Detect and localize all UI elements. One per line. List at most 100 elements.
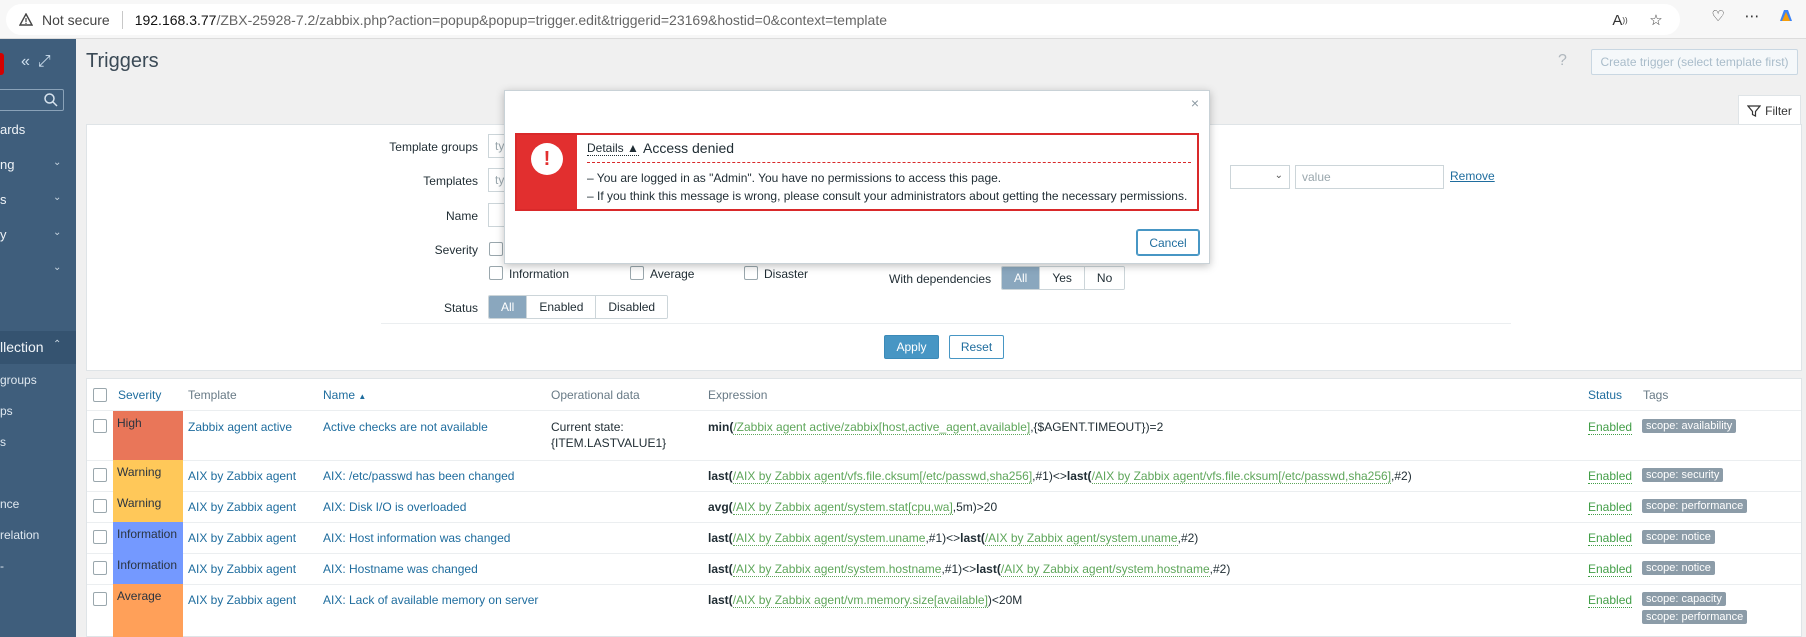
trigger-expression: last(/AIX by Zabbix agent/vm.memory.size…: [708, 593, 1023, 608]
sidebar-subitem-discovery[interactable]: -: [0, 559, 4, 573]
apply-button[interactable]: Apply: [884, 335, 939, 359]
tag-badge[interactable]: scope: notice: [1642, 561, 1715, 575]
severity-checkbox-average[interactable]: [630, 266, 644, 280]
remove-tag-link[interactable]: Remove: [1450, 169, 1495, 183]
sidebar-item-reports[interactable]: ⌄: [0, 262, 76, 282]
sidebar-subitem-host-groups[interactable]: ps: [0, 404, 13, 418]
trigger-name-link[interactable]: AIX: Lack of available memory on server: [323, 593, 538, 607]
column-header-severity[interactable]: Severity: [118, 388, 161, 402]
expression-function: last(: [708, 469, 733, 483]
status-disabled-option[interactable]: Disabled: [596, 296, 668, 318]
expression-item-key[interactable]: /AIX by Zabbix agent/vm.memory.size[avai…: [732, 593, 988, 608]
address-bar[interactable]: Not secure 192.168.3.77/ZBX-25928-7.2/za…: [6, 4, 1680, 35]
close-icon[interactable]: ×: [1187, 95, 1203, 111]
more-menu-icon[interactable]: ⋯: [1742, 6, 1762, 26]
row-checkbox[interactable]: [93, 499, 107, 513]
expression-item-key[interactable]: /AIX by Zabbix agent/system.hostname: [732, 562, 942, 577]
sidebar-subitem-maintenance[interactable]: nce: [0, 497, 19, 511]
expression-item-key[interactable]: /AIX by Zabbix agent/vfs.file.cksum[/etc…: [732, 469, 1033, 484]
tag-badge[interactable]: scope: availability: [1642, 419, 1737, 433]
expression-function: avg(: [708, 500, 733, 514]
expression-item-key[interactable]: /AIX by Zabbix agent/system.hostname: [1000, 562, 1210, 577]
trigger-name-link[interactable]: AIX: Disk I/O is overloaded: [323, 500, 466, 514]
tag-operator-select[interactable]: ⌄: [1230, 165, 1290, 189]
reset-button[interactable]: Reset: [949, 335, 1004, 359]
sidebar-subitem-template-groups[interactable]: groups: [0, 373, 37, 387]
url-host: 192.168.3.77: [134, 11, 217, 28]
sidebar-search-input[interactable]: [0, 89, 64, 111]
extension-icon[interactable]: ♡: [1708, 6, 1728, 26]
row-checkbox[interactable]: [93, 561, 107, 575]
filter-tab[interactable]: Filter: [1738, 95, 1801, 125]
tag-badge[interactable]: scope: capacity: [1642, 592, 1726, 606]
row-checkbox[interactable]: [93, 530, 107, 544]
search-icon[interactable]: [43, 92, 59, 108]
sidebar-item-dashboards[interactable]: ards: [0, 122, 76, 142]
severity-checkbox-not-classified[interactable]: [489, 242, 503, 256]
copilot-icon[interactable]: [1776, 6, 1796, 26]
status-toggle[interactable]: Enabled: [1588, 500, 1633, 515]
template-link[interactable]: AIX by Zabbix agent: [188, 593, 296, 607]
trigger-name-link[interactable]: AIX: Host information was changed: [323, 531, 510, 545]
zabbix-logo[interactable]: [0, 53, 4, 75]
severity-disaster-label: Disaster: [764, 267, 809, 281]
sidebar-subitem-event-correlation[interactable]: relation: [0, 528, 39, 542]
row-checkbox[interactable]: [93, 592, 107, 606]
sidebar-subitem-templates[interactable]: s: [0, 435, 6, 449]
tag-value-input[interactable]: value: [1295, 165, 1444, 189]
status-toggle[interactable]: Enabled: [1588, 469, 1633, 484]
row-checkbox[interactable]: [93, 419, 107, 433]
kiosk-mode-icon[interactable]: ⤢: [38, 53, 51, 71]
dependencies-no-option[interactable]: No: [1084, 267, 1125, 289]
warning-icon: [18, 12, 34, 28]
not-secure-label[interactable]: Not secure: [42, 12, 110, 28]
status-toggle[interactable]: Enabled: [1588, 420, 1633, 435]
column-header-status[interactable]: Status: [1588, 388, 1622, 402]
expression-item-key[interactable]: /AIX by Zabbix agent/system.uname: [984, 531, 1178, 546]
browser-toolbar: Not secure 192.168.3.77/ZBX-25928-7.2/za…: [0, 0, 1806, 39]
read-aloud-icon[interactable]: A)): [1610, 10, 1630, 30]
expression-operator: ,#2): [1391, 469, 1412, 483]
tag-badge[interactable]: scope: performance: [1642, 610, 1748, 624]
sidebar-item-inventory[interactable]: y ⌄: [0, 227, 76, 247]
template-link[interactable]: AIX by Zabbix agent: [188, 562, 296, 576]
trigger-name-link[interactable]: AIX: Hostname was changed: [323, 562, 478, 576]
select-all-checkbox[interactable]: [93, 388, 107, 402]
status-enabled-option[interactable]: Enabled: [527, 296, 597, 318]
column-header-name[interactable]: Name ▲: [323, 388, 366, 402]
create-trigger-button[interactable]: Create trigger (select template first): [1591, 49, 1798, 75]
expression-operator: )<20M: [987, 593, 1023, 607]
dependencies-yes-option[interactable]: Yes: [1040, 267, 1085, 289]
sidebar-item-monitoring[interactable]: ng ⌄: [0, 157, 76, 177]
favorite-star-icon[interactable]: ☆: [1646, 10, 1666, 30]
severity-checkbox-information[interactable]: [489, 266, 503, 280]
details-toggle[interactable]: Details ▲: [587, 141, 639, 156]
severity-checkbox-disaster[interactable]: [744, 266, 758, 280]
template-link[interactable]: AIX by Zabbix agent: [188, 469, 296, 483]
sidebar-item-services[interactable]: s ⌄: [0, 192, 76, 212]
collapse-sidebar-icon[interactable]: «: [21, 53, 30, 71]
severity-cell: High: [113, 411, 183, 460]
trigger-name-link[interactable]: AIX: /etc/passwd has been changed: [323, 469, 514, 483]
tag-badge[interactable]: scope: performance: [1642, 499, 1748, 513]
trigger-name-link[interactable]: Active checks are not available: [323, 420, 488, 434]
dependencies-all-option[interactable]: All: [1002, 267, 1041, 289]
status-all-option[interactable]: All: [489, 296, 528, 318]
expression-item-key[interactable]: /AIX by Zabbix agent/system.uname: [732, 531, 926, 546]
status-toggle[interactable]: Enabled: [1588, 562, 1633, 577]
tag-badge[interactable]: scope: security: [1642, 468, 1724, 482]
help-icon[interactable]: ?: [1558, 52, 1567, 70]
operational-data-line: Current state:: [551, 420, 624, 434]
expression-item-key[interactable]: /Zabbix agent active/zabbix[host,active_…: [733, 420, 1031, 435]
status-toggle[interactable]: Enabled: [1588, 593, 1633, 608]
cancel-button[interactable]: Cancel: [1136, 229, 1200, 256]
status-toggle[interactable]: Enabled: [1588, 531, 1633, 546]
template-link[interactable]: Zabbix agent active: [188, 420, 292, 434]
sidebar-item-data-collection[interactable]: llection ⌃: [0, 339, 76, 359]
template-link[interactable]: AIX by Zabbix agent: [188, 500, 296, 514]
row-checkbox[interactable]: [93, 468, 107, 482]
tag-badge[interactable]: scope: notice: [1642, 530, 1715, 544]
expression-item-key[interactable]: /AIX by Zabbix agent/vfs.file.cksum[/etc…: [1091, 469, 1392, 484]
expression-item-key[interactable]: /AIX by Zabbix agent/system.stat[cpu,wa]: [732, 500, 953, 515]
template-link[interactable]: AIX by Zabbix agent: [188, 531, 296, 545]
